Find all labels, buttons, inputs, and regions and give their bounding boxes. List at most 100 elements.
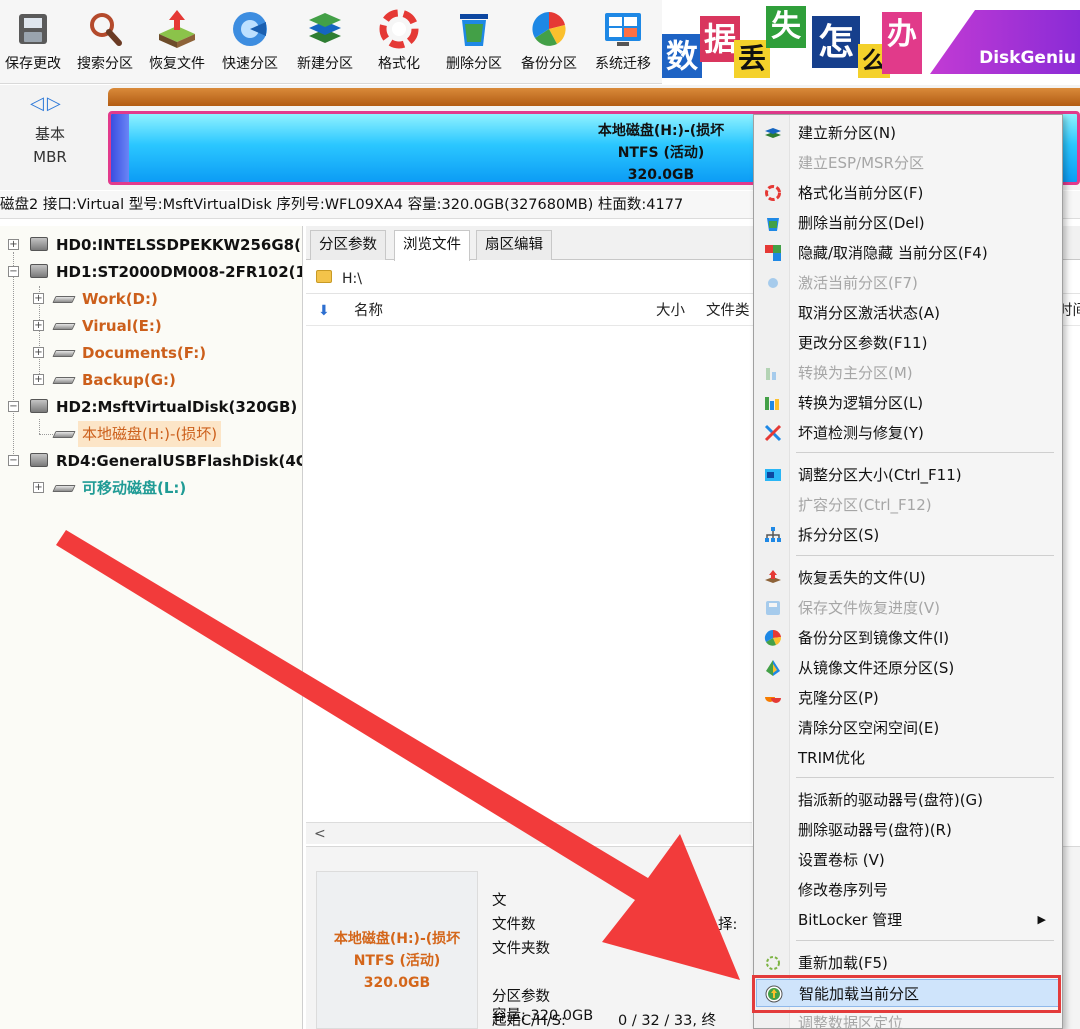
- menu-item-format-partition[interactable]: 格式化当前分区(F): [756, 179, 1060, 207]
- partition-block-fs: NTFS (活动): [617, 145, 705, 161]
- menu-item-bitlocker[interactable]: BitLocker 管理 ▶: [756, 906, 1060, 934]
- menu-item-label: 更改分区参数(F11): [798, 334, 928, 352]
- menu-item-restore-from-image[interactable]: 从镜像文件还原分区(S): [756, 654, 1060, 682]
- tree-expand-toggle[interactable]: +: [33, 320, 44, 331]
- info-capacity: 容量: 320.0GB: [492, 1008, 594, 1024]
- menu-item-change-params[interactable]: 更改分区参数(F11): [756, 329, 1060, 357]
- tree-expand-toggle[interactable]: +: [33, 293, 44, 304]
- ad-banner[interactable]: 数 据 丢 失 怎 么 办 DiskGeniu: [662, 0, 1080, 84]
- system-migration-label: 系统迁移: [595, 56, 651, 72]
- info-card-size: 320.0GB: [363, 975, 431, 991]
- tree-item-hd2[interactable]: − HD2:MsftVirtualDisk(320GB): [0, 394, 302, 420]
- menu-item-hide-partition[interactable]: 隐藏/取消隐藏 当前分区(F4): [756, 239, 1060, 267]
- new-partition-icon: [309, 13, 341, 43]
- delete-partition-label: 删除分区: [446, 56, 502, 72]
- info-field: 文: [492, 893, 507, 909]
- tree-collapse-toggle[interactable]: −: [8, 455, 19, 466]
- menu-separator: [796, 940, 1054, 941]
- menu-item-reload[interactable]: 重新加载(F5): [756, 949, 1060, 977]
- format-icon: [379, 9, 419, 49]
- tree-item-rd4[interactable]: − RD4:GeneralUSBFlashDisk(4G: [0, 448, 302, 474]
- menu-separator: [796, 452, 1054, 453]
- path-text: H:\: [342, 271, 362, 287]
- menu-item-label: 从镜像文件还原分区(S): [798, 659, 955, 677]
- column-type[interactable]: 文件类: [706, 296, 750, 326]
- tree-item-backup[interactable]: + Backup(G:): [0, 367, 302, 393]
- recover-files-icon: [159, 10, 195, 48]
- column-size[interactable]: 大小: [656, 296, 685, 326]
- tree-item-label: Work(D:): [82, 290, 158, 308]
- tree-item-hd0[interactable]: + HD0:INTELSSDPEKKW256G8(2: [0, 232, 302, 258]
- save-changes-button[interactable]: 保存更改: [0, 0, 70, 82]
- info-file-count: 文件数: [492, 917, 536, 933]
- menu-item-label: 删除驱动器号(盘符)(R): [798, 821, 952, 839]
- disk-icon: [30, 399, 48, 413]
- disk-nav-arrows[interactable]: ◁▷: [30, 93, 64, 114]
- disk-usage-stripe: [108, 88, 1080, 106]
- brand-text: DiskGeniu: [979, 48, 1076, 68]
- tab-browse-files[interactable]: 浏览文件: [394, 230, 470, 261]
- menu-item-remove-drive-letter[interactable]: 删除驱动器号(盘符)(R): [756, 816, 1060, 844]
- tab-partition-params[interactable]: 分区参数: [310, 230, 386, 260]
- menu-item-split-partition[interactable]: 拆分分区(S): [756, 521, 1060, 549]
- menu-item-label: BitLocker 管理: [798, 911, 903, 929]
- format-button[interactable]: 格式化: [362, 0, 436, 82]
- recover-files-button[interactable]: 恢复文件: [140, 0, 214, 82]
- horizontal-scrollbar[interactable]: <: [306, 822, 752, 844]
- partition-icon: [52, 485, 76, 492]
- tree-item-hd1[interactable]: − HD1:ST2000DM008-2FR102(18: [0, 259, 303, 285]
- menu-item-convert-logical[interactable]: 转换为逻辑分区(L): [756, 389, 1060, 417]
- convert-primary-icon: [766, 368, 776, 380]
- menu-item-wipe-free-space[interactable]: 清除分区空闲空间(E): [756, 714, 1060, 742]
- column-name[interactable]: 名称: [354, 296, 383, 326]
- backup-partition-button[interactable]: 备份分区: [512, 0, 586, 82]
- menu-item-resize-partition[interactable]: 调整分区大小(Ctrl_F11): [756, 461, 1060, 489]
- sort-arrow-icon[interactable]: ⬇: [318, 296, 330, 326]
- tree-item-local-h[interactable]: 本地磁盘(H:)-(损坏): [0, 421, 302, 447]
- system-migration-button[interactable]: 系统迁移: [586, 0, 660, 82]
- menu-item-new-partition[interactable]: 建立新分区(N): [756, 119, 1060, 147]
- tree-item-work[interactable]: + Work(D:): [0, 286, 302, 312]
- folder-icon: [316, 270, 332, 283]
- menu-item-smart-load-partition[interactable]: 智能加载当前分区: [756, 979, 1060, 1007]
- menu-item-label: 设置卷标 (V): [798, 851, 885, 869]
- info-card-name: 本地磁盘(H:)-(损坏: [333, 931, 461, 947]
- delete-partition-button[interactable]: 删除分区: [437, 0, 511, 82]
- tree-expand-toggle[interactable]: +: [33, 347, 44, 358]
- menu-item-recover-lost-files[interactable]: 恢复丢失的文件(U): [756, 564, 1060, 592]
- tree-collapse-toggle[interactable]: −: [8, 401, 19, 412]
- menu-item-deactivate-partition[interactable]: 取消分区激活状态(A): [756, 299, 1060, 327]
- menu-separator: [796, 777, 1054, 778]
- scroll-left-arrow-icon[interactable]: <: [314, 823, 326, 845]
- tree-expand-toggle[interactable]: +: [33, 374, 44, 385]
- menu-item-set-volume-label[interactable]: 设置卷标 (V): [756, 846, 1060, 874]
- tree-collapse-toggle[interactable]: −: [8, 266, 19, 277]
- tree-item-documents[interactable]: + Documents(F:): [0, 340, 302, 366]
- search-partition-button[interactable]: 搜索分区: [68, 0, 142, 82]
- banner-tile: 数: [662, 34, 702, 78]
- menu-item-label: 隐藏/取消隐藏 当前分区(F4): [798, 244, 988, 262]
- menu-item-trim-optimize[interactable]: TRIM优化: [756, 744, 1060, 772]
- banner-tile: 怎: [812, 16, 860, 68]
- tree-item-virual[interactable]: + Virual(E:): [0, 313, 302, 339]
- tree-expand-toggle[interactable]: +: [8, 239, 19, 250]
- quick-partition-icon: [233, 12, 267, 46]
- partition-block-size: 320.0GB: [627, 167, 695, 183]
- menu-item-assign-drive-letter[interactable]: 指派新的驱动器号(盘符)(G): [756, 786, 1060, 814]
- menu-item-save-recovery-progress: 保存文件恢复进度(V): [756, 594, 1060, 622]
- new-partition-button[interactable]: 新建分区: [288, 0, 362, 82]
- info-selected: 择:: [718, 917, 738, 933]
- menu-item-backup-to-image[interactable]: 备份分区到镜像文件(I): [756, 624, 1060, 652]
- quick-partition-button[interactable]: 快速分区: [213, 0, 287, 82]
- tree-item-label: HD1:ST2000DM008-2FR102(18: [56, 263, 303, 281]
- menu-item-delete-partition[interactable]: 删除当前分区(Del): [756, 209, 1060, 237]
- menu-item-bad-sector-repair[interactable]: 坏道检测与修复(Y): [756, 419, 1060, 447]
- menu-item-change-volume-serial[interactable]: 修改卷序列号: [756, 876, 1060, 904]
- tab-sector-edit[interactable]: 扇区编辑: [476, 230, 552, 260]
- info-folder-count: 文件夹数: [492, 941, 550, 957]
- partition-icon: [52, 323, 76, 330]
- menu-item-clone-partition[interactable]: 克隆分区(P): [756, 684, 1060, 712]
- tree-item-removable[interactable]: + 可移动磁盘(L:): [0, 475, 302, 501]
- banner-tile: 失: [766, 6, 806, 48]
- tree-expand-toggle[interactable]: +: [33, 482, 44, 493]
